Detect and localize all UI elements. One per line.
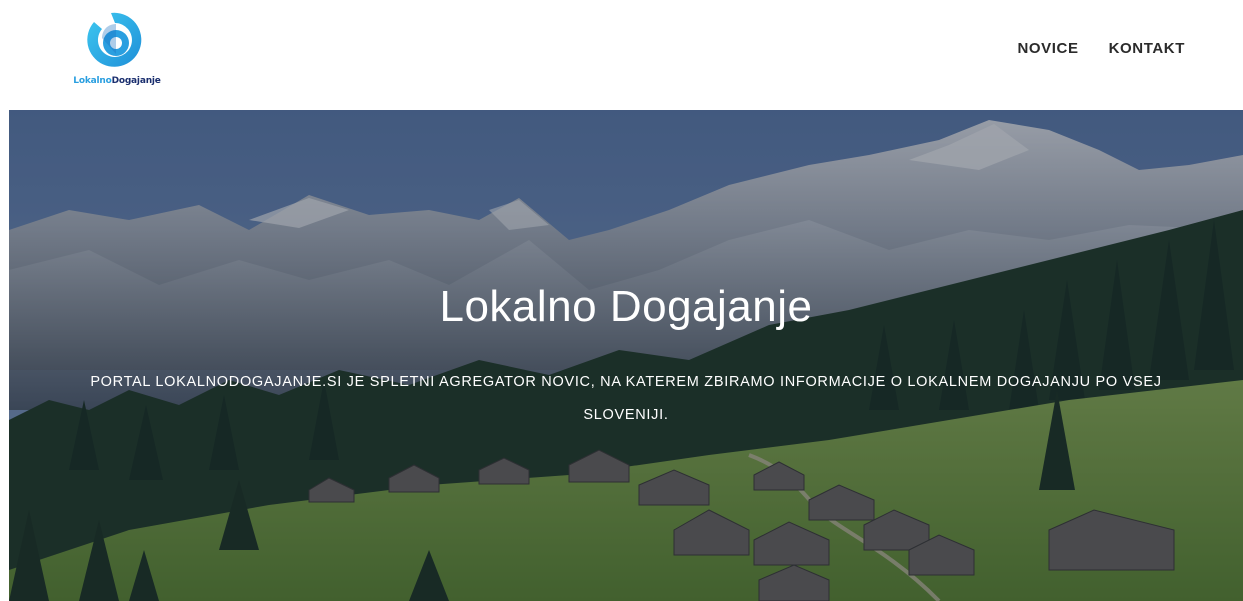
site-header: LokalnoDogajanje NOVICE KONTAKT <box>0 0 1243 109</box>
hero-title: Lokalno Dogajanje <box>439 282 813 331</box>
hero-banner: Lokalno Dogajanje PORTAL LOKALNODOGAJANJ… <box>9 110 1243 601</box>
hero-subtitle: PORTAL LOKALNODOGAJANJE.SI JE SPLETNI AG… <box>90 374 1162 423</box>
main-nav: NOVICE KONTAKT <box>1017 40 1185 57</box>
hero-dark-overlay <box>9 110 1243 601</box>
nav-item-kontakt[interactable]: KONTAKT <box>1109 40 1185 57</box>
location-pin-logo-icon <box>87 12 142 67</box>
logo-wordmark: LokalnoDogajanje <box>73 76 161 86</box>
nav-item-novice[interactable]: NOVICE <box>1017 40 1078 57</box>
site-logo[interactable]: LokalnoDogajanje <box>62 10 172 90</box>
